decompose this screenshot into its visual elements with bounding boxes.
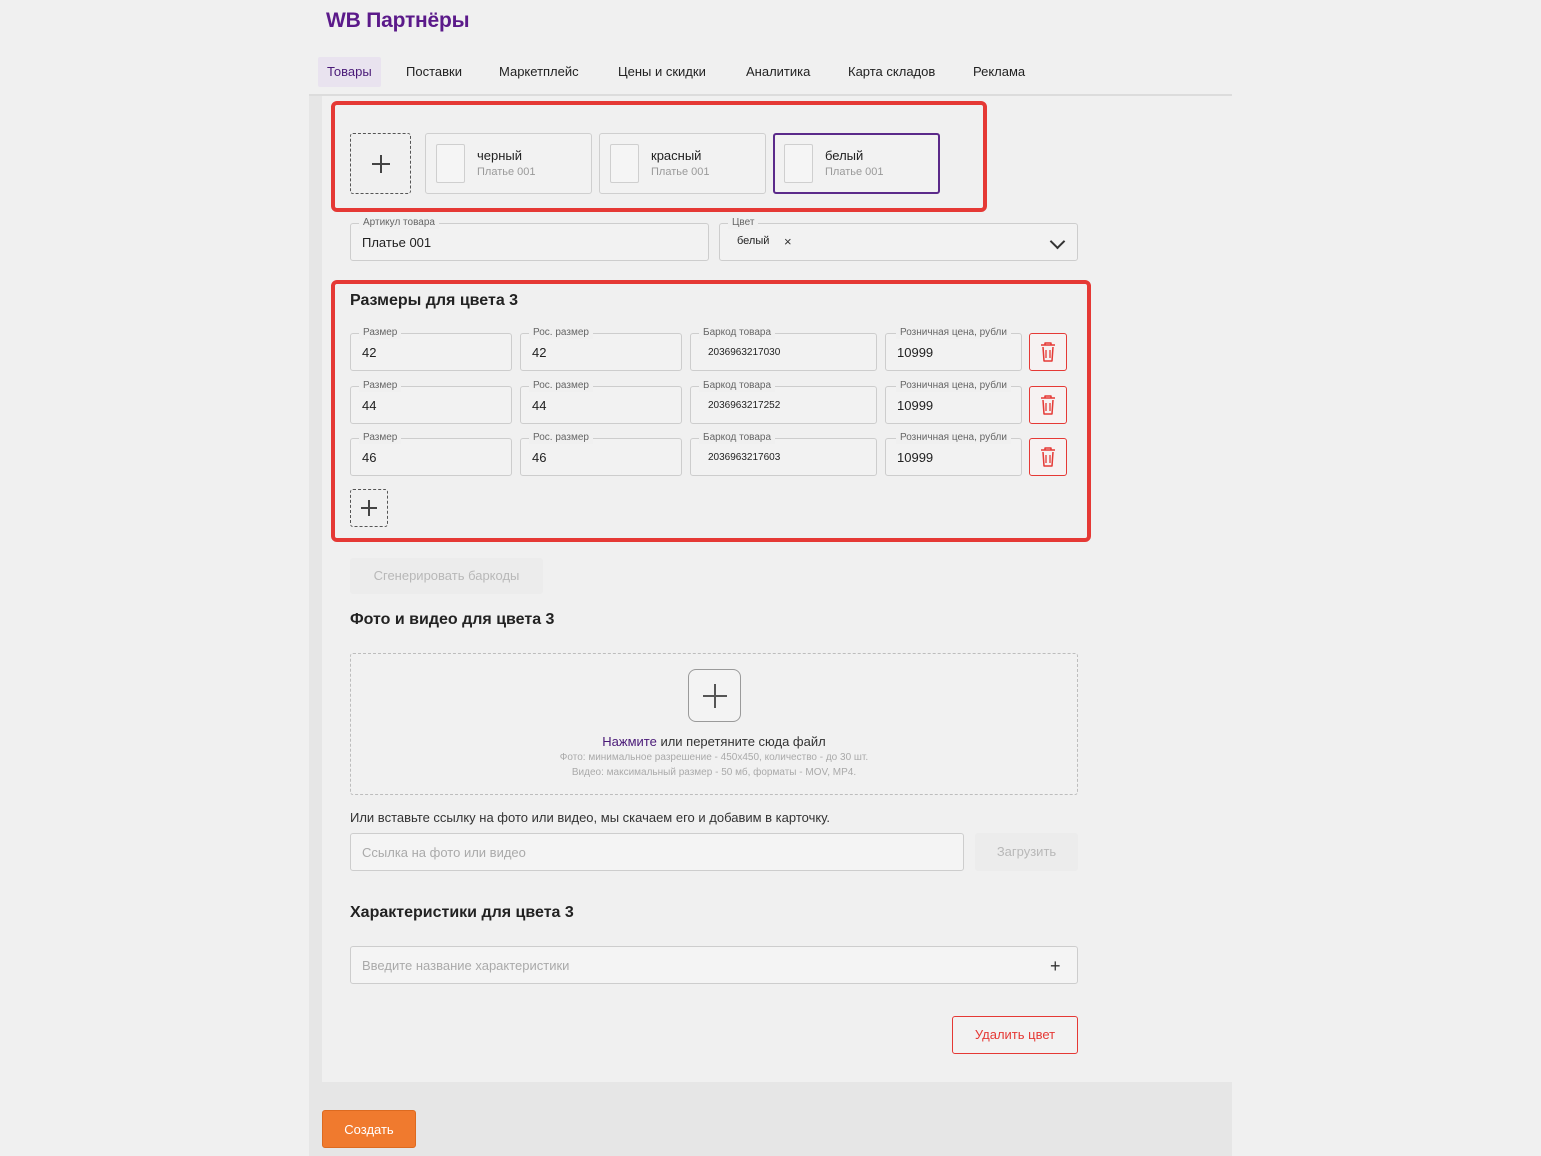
ru-size-label: Рос. размер — [529, 327, 593, 339]
price-field[interactable]: Розничная цена, рубли 10999 — [885, 380, 1022, 424]
article-field[interactable]: Артикул товара Платье 001 — [350, 217, 709, 261]
color-label: Цвет — [728, 217, 759, 229]
add-size-button[interactable] — [350, 489, 388, 527]
characteristics-section-title: Характеристики для цвета 3 — [350, 904, 574, 921]
trash-icon — [1041, 447, 1055, 467]
barcode-value: 2036963217603 — [708, 452, 781, 463]
upload-link-button[interactable]: Загрузить — [975, 833, 1078, 871]
photo-hint: Фото: минимальное разрешение - 450х450, … — [559, 752, 869, 763]
article-value: Платье 001 — [362, 235, 432, 250]
sizes-section-title: Размеры для цвета 3 — [350, 292, 519, 309]
color-select[interactable]: Цвет белый × — [719, 217, 1078, 261]
barcode-label: Баркод товара — [699, 432, 776, 444]
barcode-label: Баркод товара — [699, 380, 776, 392]
upload-add-button[interactable] — [688, 669, 741, 722]
nav-tab-products[interactable]: Товары — [318, 57, 381, 87]
dropzone-text: Нажмите или перетяните сюда файл — [351, 734, 1077, 749]
size-label: Размер — [359, 432, 402, 444]
variant-article: Платье 001 — [825, 166, 884, 178]
price-label: Розничная цена, рубли — [896, 432, 1011, 444]
variant-thumbnail — [784, 144, 813, 183]
plus-icon — [371, 154, 390, 173]
trash-icon — [1041, 342, 1055, 362]
dropzone-drag-text: или перетяните сюда файл — [656, 734, 826, 749]
price-value: 10999 — [897, 450, 934, 465]
size-value: 46 — [362, 450, 377, 465]
nav-tab-marketplace[interactable]: Маркетплейс — [490, 57, 588, 87]
delete-size-button[interactable] — [1029, 386, 1067, 424]
size-field[interactable]: Размер 42 — [350, 327, 512, 371]
add-color-button[interactable] — [350, 133, 411, 194]
chevron-down-icon[interactable] — [1049, 233, 1066, 250]
variant-color-name: белый — [825, 148, 864, 163]
barcode-value: 2036963217030 — [708, 347, 781, 358]
color-variant-white[interactable]: белый Платье 001 — [773, 133, 940, 194]
barcode-field[interactable]: Баркод товара 2036963217252 — [690, 380, 877, 424]
barcode-label: Баркод товара — [699, 327, 776, 339]
characteristic-search-input[interactable] — [350, 946, 1078, 984]
create-button[interactable]: Создать — [322, 1110, 416, 1148]
price-label: Розничная цена, рубли — [896, 327, 1011, 339]
ru-size-field[interactable]: Рос. размер 42 — [520, 327, 682, 371]
ru-size-value: 46 — [532, 450, 547, 465]
delete-color-button[interactable]: Удалить цвет — [952, 1016, 1078, 1054]
variant-color-name: черный — [477, 148, 523, 163]
nav-tab-supplies[interactable]: Поставки — [397, 57, 471, 87]
media-section-title: Фото и видео для цвета 3 — [350, 611, 555, 628]
ru-size-value: 44 — [532, 398, 547, 413]
variant-article: Платье 001 — [651, 166, 710, 178]
ru-size-label: Рос. размер — [529, 432, 593, 444]
delete-size-button[interactable] — [1029, 333, 1067, 371]
price-value: 10999 — [897, 345, 934, 360]
ru-size-label: Рос. размер — [529, 380, 593, 392]
trash-icon — [1041, 395, 1055, 415]
media-link-label: Или вставьте ссылку на фото или видео, м… — [350, 810, 830, 825]
barcode-field[interactable]: Баркод товара 2036963217030 — [690, 327, 877, 371]
dropzone-click-link[interactable]: Нажмите — [602, 734, 657, 749]
size-label: Размер — [359, 380, 402, 392]
size-value: 44 — [362, 398, 377, 413]
ru-size-field[interactable]: Рос. размер 44 — [520, 380, 682, 424]
price-field[interactable]: Розничная цена, рубли 10999 — [885, 432, 1022, 476]
media-link-input[interactable] — [350, 833, 964, 871]
nav-tab-prices[interactable]: Цены и скидки — [609, 57, 715, 87]
price-label: Розничная цена, рубли — [896, 380, 1011, 392]
variant-thumbnail — [436, 144, 465, 183]
brand-logo[interactable]: WB Партнёры — [326, 9, 470, 33]
plus-icon — [702, 683, 727, 708]
barcode-field[interactable]: Баркод товара 2036963217603 — [690, 432, 877, 476]
size-label: Размер — [359, 327, 402, 339]
delete-size-button[interactable] — [1029, 438, 1067, 476]
article-label: Артикул товара — [359, 217, 439, 229]
size-field[interactable]: Размер 44 — [350, 380, 512, 424]
color-variant-red[interactable]: красный Платье 001 — [599, 133, 766, 194]
color-variant-black[interactable]: черный Платье 001 — [425, 133, 592, 194]
plus-icon — [361, 500, 377, 516]
video-hint: Видео: максимальный размер - 50 мб, форм… — [571, 767, 857, 778]
generate-barcodes-button[interactable]: Сгенерировать баркоды — [350, 558, 543, 594]
nav-tab-warehouses[interactable]: Карта складов — [839, 57, 944, 87]
size-value: 42 — [362, 345, 377, 360]
remove-color-icon[interactable]: × — [784, 234, 792, 249]
media-dropzone[interactable]: Нажмите или перетяните сюда файл Фото: м… — [350, 653, 1078, 795]
price-value: 10999 — [897, 398, 934, 413]
variant-article: Платье 001 — [477, 166, 536, 178]
size-field[interactable]: Размер 46 — [350, 432, 512, 476]
nav-tab-ads[interactable]: Реклама — [964, 57, 1034, 87]
ru-size-field[interactable]: Рос. размер 46 — [520, 432, 682, 476]
variant-thumbnail — [610, 144, 639, 183]
variant-color-name: красный — [651, 148, 702, 163]
price-field[interactable]: Розничная цена, рубли 10999 — [885, 327, 1022, 371]
nav-tab-analytics[interactable]: Аналитика — [737, 57, 819, 87]
ru-size-value: 42 — [532, 345, 547, 360]
barcode-value: 2036963217252 — [708, 400, 781, 411]
color-chip: белый — [737, 235, 770, 247]
add-characteristic-icon[interactable]: + — [1050, 957, 1061, 975]
